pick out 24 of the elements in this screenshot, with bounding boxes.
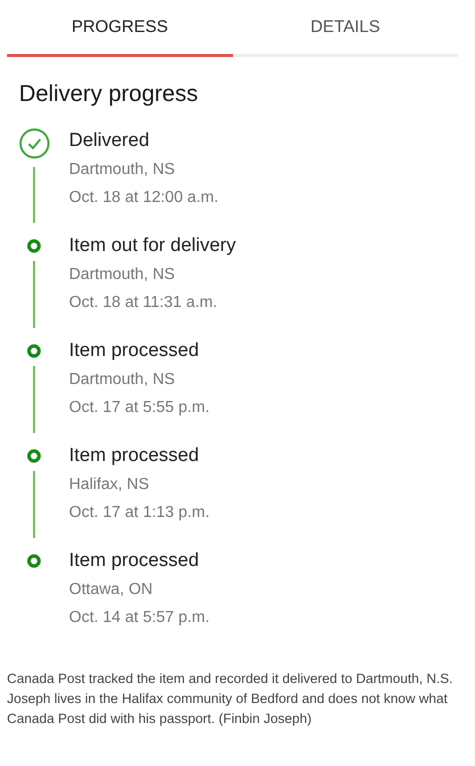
- tab[interactable]: DETAILS: [232, 0, 458, 57]
- status-dot-icon: [27, 449, 41, 463]
- event-title: Item processed: [69, 549, 200, 573]
- event-location: Ottawa, ON: [69, 580, 154, 600]
- event-time: Oct. 17 at 1:13 p.m.: [69, 503, 210, 523]
- event-title: Item out for delivery: [69, 234, 236, 258]
- event-time: Oct. 14 at 5:57 p.m.: [69, 608, 210, 628]
- event-location: Dartmouth, NS: [69, 370, 176, 390]
- status-dot-icon: [27, 239, 41, 253]
- event-title: Delivered: [69, 129, 150, 153]
- event-time: Oct. 18 at 12:00 a.m.: [69, 188, 218, 208]
- event-location: Halifax, NS: [69, 475, 150, 495]
- event-location: Dartmouth, NS: [69, 265, 176, 285]
- event-time: Oct. 18 at 11:31 a.m.: [69, 293, 218, 313]
- event-location: Dartmouth, NS: [69, 160, 176, 180]
- check-circle-icon: [18, 128, 50, 159]
- status-dot-icon: [27, 344, 41, 358]
- photo-caption: Canada Post tracked the item and recorded it delivered to Dartmouth, N.S. Joseph lives in the Halifax community of Bedford and does not know what Canada Post did with his passport. (Finbin Joseph): [7, 670, 454, 728]
- section-heading: Delivery progress: [19, 80, 199, 107]
- status-dot-icon: [27, 554, 41, 568]
- event-title: Item processed: [69, 339, 200, 363]
- event-time: Oct. 17 at 5:55 p.m.: [69, 398, 210, 418]
- tab[interactable]: PROGRESS: [7, 0, 232, 57]
- event-title: Item processed: [69, 444, 200, 468]
